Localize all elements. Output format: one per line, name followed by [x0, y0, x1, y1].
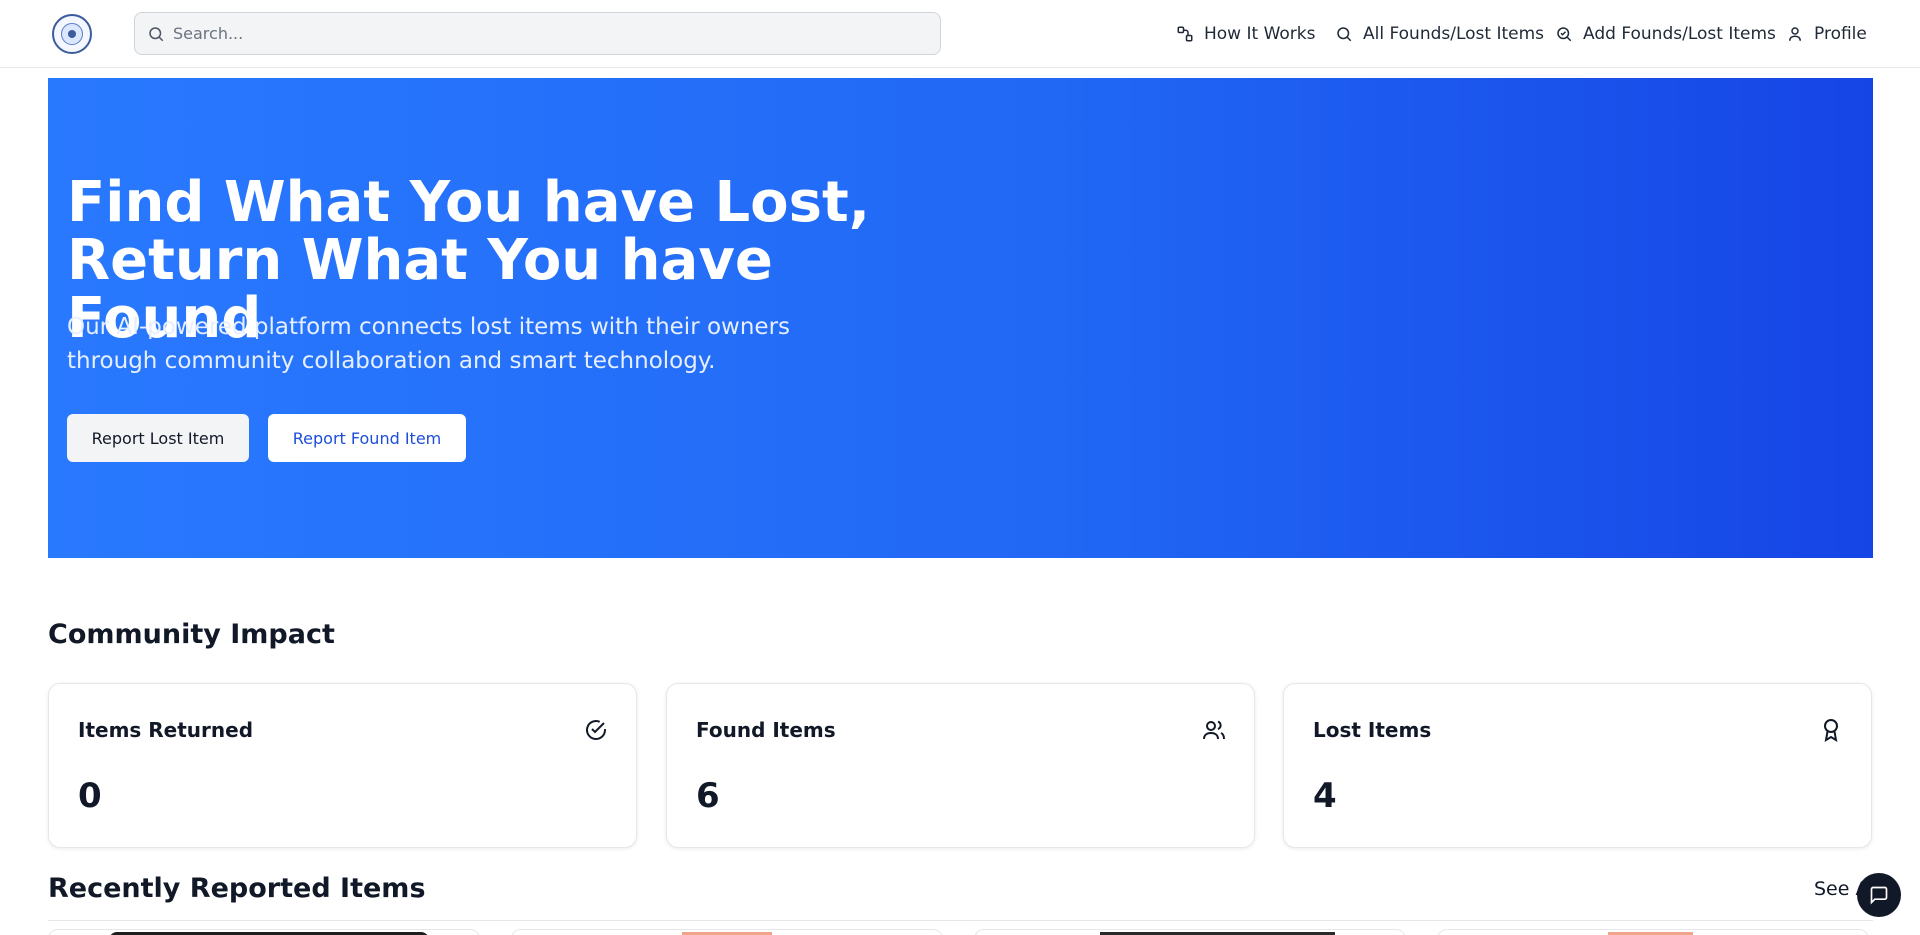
stat-card-label: Items Returned	[78, 718, 254, 742]
users-icon	[1203, 720, 1225, 740]
community-impact-title: Community Impact	[48, 619, 335, 650]
nav-how-it-works-label: How It Works	[1204, 24, 1316, 44]
hero-subtitle: Our AI-powered platform connects lost it…	[67, 314, 791, 374]
search-check-icon	[1557, 27, 1572, 42]
search-bar[interactable]	[134, 12, 941, 55]
search-icon	[149, 27, 164, 42]
nav-profile-label: Profile	[1814, 24, 1867, 44]
stat-card-found-items: Found Items 6	[666, 683, 1255, 848]
stat-card-items-returned: Items Returned 0	[48, 683, 637, 848]
nav-how-it-works[interactable]: How It Works	[1176, 0, 1315, 68]
hero-banner: Find What You have Lost, Return What You…	[48, 78, 1873, 558]
report-lost-item-button[interactable]: Report Lost Item	[67, 414, 249, 462]
nav-add-items[interactable]: Add Founds/Lost Items	[1555, 0, 1776, 68]
check-circle-icon	[586, 720, 606, 740]
item-card[interactable]	[48, 929, 480, 935]
stat-card-value: 4	[1313, 776, 1337, 816]
report-found-item-button[interactable]: Report Found Item	[268, 414, 466, 462]
stat-card-value: 0	[78, 776, 102, 816]
nav-add-items-label: Add Founds/Lost Items	[1583, 24, 1776, 44]
stat-card-label: Lost Items	[1313, 718, 1432, 742]
stat-card-label: Found Items	[696, 718, 836, 742]
item-card[interactable]	[1437, 929, 1869, 935]
hero-title-line1: Find What You have Lost,	[67, 170, 871, 235]
logo-icon[interactable]	[52, 14, 92, 54]
top-navbar: How It Works All Founds/Lost Items Add F…	[0, 0, 1920, 68]
item-card[interactable]	[511, 929, 943, 935]
section-divider	[48, 920, 1873, 921]
item-card[interactable]	[974, 929, 1406, 935]
search-input[interactable]	[173, 13, 933, 54]
nav-all-items[interactable]: All Founds/Lost Items	[1335, 0, 1544, 68]
chat-icon	[1870, 886, 1888, 905]
recently-reported-title: Recently Reported Items	[48, 873, 426, 904]
stat-card-value: 6	[696, 776, 720, 816]
logo-dot	[68, 30, 76, 38]
route-icon	[1177, 26, 1193, 42]
user-icon	[1789, 27, 1801, 41]
stat-card-lost-items: Lost Items 4	[1283, 683, 1872, 848]
nav-profile[interactable]: Profile	[1786, 0, 1867, 68]
search-icon	[1337, 27, 1352, 42]
award-icon	[1824, 719, 1838, 742]
nav-all-items-label: All Founds/Lost Items	[1363, 24, 1545, 44]
chat-button[interactable]	[1857, 873, 1901, 917]
